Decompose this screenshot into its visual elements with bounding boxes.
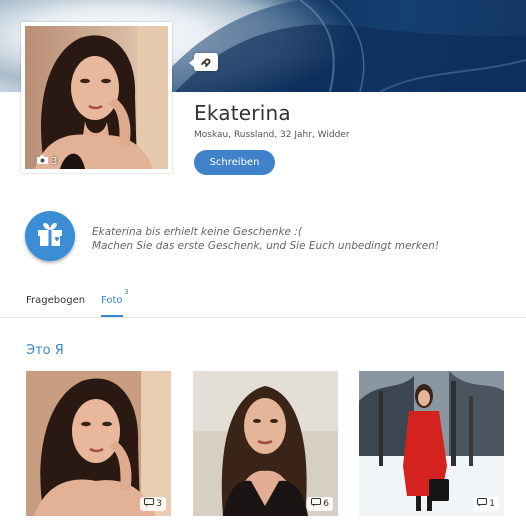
comment-icon bbox=[477, 498, 488, 510]
photo-thumbnail[interactable]: 1 bbox=[359, 371, 504, 516]
tab-questionnaire[interactable]: Fragebogen bbox=[26, 295, 85, 306]
album-title[interactable]: Это Я bbox=[26, 343, 64, 358]
comment-count: 1 bbox=[489, 499, 495, 509]
photo-count: 3 bbox=[51, 155, 58, 167]
tab-photo-label: Foto bbox=[101, 295, 123, 306]
active-tab-indicator bbox=[101, 315, 123, 317]
profile-avatar[interactable] bbox=[25, 26, 168, 169]
photo-count-badge[interactable]: 3 bbox=[37, 155, 57, 167]
tab-photo-badge: 3 bbox=[124, 288, 129, 296]
profile-avatar-frame[interactable]: 3 bbox=[21, 22, 172, 173]
profile-meta: Moskau, Russland, 32 Jahr, Widder bbox=[194, 130, 350, 140]
gift-icon bbox=[36, 221, 64, 251]
comment-count-badge[interactable]: 6 bbox=[307, 497, 333, 511]
gift-button[interactable] bbox=[25, 211, 75, 261]
tab-photo[interactable]: Foto 3 bbox=[101, 288, 129, 306]
comment-count-badge[interactable]: 1 bbox=[473, 497, 499, 511]
camera-icon bbox=[37, 155, 48, 167]
comment-count-badge[interactable]: 3 bbox=[140, 497, 166, 511]
comment-icon bbox=[144, 498, 155, 510]
gift-message-line2: Machen Sie das erste Geschenk, und Sie E… bbox=[92, 240, 440, 252]
link-icon bbox=[200, 53, 212, 72]
gift-message-line1: Ekaterina bis erhielt keine Geschenke :( bbox=[92, 226, 302, 238]
status-bubble[interactable] bbox=[189, 53, 218, 72]
photo-thumbnail[interactable]: 3 bbox=[26, 371, 171, 516]
write-button[interactable]: Schreiben bbox=[194, 150, 275, 175]
comment-count: 6 bbox=[323, 499, 329, 509]
profile-name: Ekaterina bbox=[194, 101, 291, 125]
comment-count: 3 bbox=[156, 499, 162, 509]
profile-tabs: Fragebogen Foto 3 bbox=[0, 286, 526, 318]
comment-icon bbox=[311, 498, 322, 510]
photo-thumbnail[interactable]: 6 bbox=[193, 371, 338, 516]
gift-message: Ekaterina bis erhielt keine Geschenke :(… bbox=[92, 225, 522, 253]
